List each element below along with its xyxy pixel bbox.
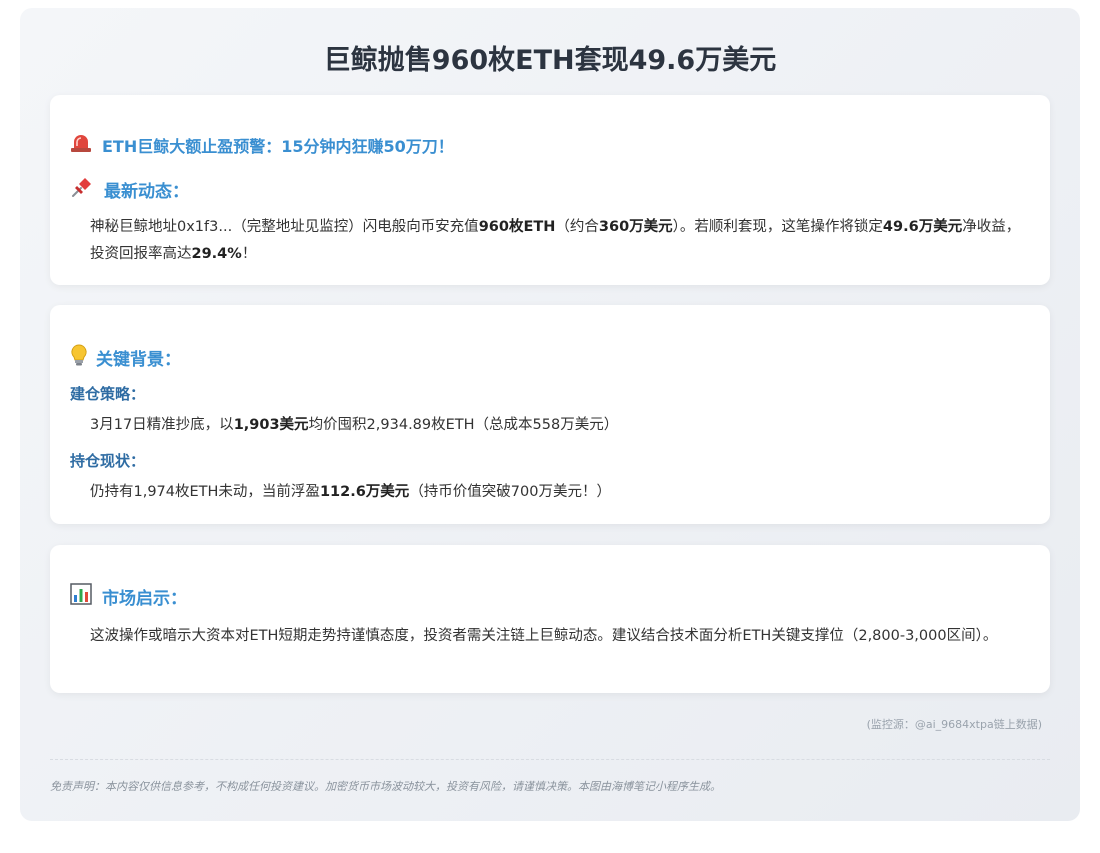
divider xyxy=(50,759,1050,760)
background-heading: 关键背景： xyxy=(70,343,181,372)
page-title: 巨鲸抛售960枚ETH套现49.6万美元 xyxy=(323,45,777,76)
siren-icon xyxy=(70,133,92,157)
latest-heading: 最新动态： xyxy=(70,175,189,204)
holding-paragraph: 仍持有1,974枚ETH未动，当前浮盈112.6万美元（持币价值突破700万美元… xyxy=(90,484,611,500)
latest-heading-text: 最新动态： xyxy=(104,182,189,202)
pushpin-icon xyxy=(70,175,94,204)
market-paragraph: 这波操作或暗示大资本对ETH短期走势持谨慎态度，投资者需关注链上巨鲸动态。建议结… xyxy=(90,628,998,644)
market-heading: 市场启示： xyxy=(70,583,187,610)
strategy-paragraph: 3月17日精准抄底，以1,903美元均价囤积2,934.89枚ETH（总成本55… xyxy=(90,417,619,433)
alert-card: ETH巨鲸大额止盈预警：15分钟内狂赚50万刀！ 最新动态： 神秘巨鲸地址0x1… xyxy=(50,95,1050,285)
market-heading-text: 市场启示： xyxy=(102,589,187,609)
background-card: 关键背景： 建仓策略： 3月17日精准抄底，以1,903美元均价囤积2,934.… xyxy=(50,305,1050,524)
strategy-label: 建仓策略： xyxy=(70,385,146,403)
disclaimer: 免责声明：本内容仅供信息参考，不构成任何投资建议。加密货币市场波动较大，投资有风… xyxy=(50,780,721,793)
background-heading-text: 关键背景： xyxy=(96,350,181,370)
alert-heading: ETH巨鲸大额止盈预警：15分钟内狂赚50万刀！ xyxy=(70,133,454,157)
lightbulb-icon xyxy=(70,343,88,372)
latest-paragraph: 神秘巨鲸地址0x1f3...（完整地址见监控）闪电般向币安充值960枚ETH（约… xyxy=(90,219,1021,262)
bar-chart-icon xyxy=(70,583,92,610)
holding-label: 持仓现状： xyxy=(70,452,146,470)
market-card: 市场启示： 这波操作或暗示大资本对ETH短期走势持谨慎态度，投资者需关注链上巨鲸… xyxy=(50,545,1050,693)
content-panel: 巨鲸抛售960枚ETH套现49.6万美元 ETH巨鲸大额止盈预警：15分钟内狂赚… xyxy=(20,8,1080,821)
alert-heading-text: ETH巨鲸大额止盈预警：15分钟内狂赚50万刀！ xyxy=(102,137,454,156)
data-source-note: (监控源：@ai_9684xtpa链上数据) xyxy=(866,718,1042,731)
